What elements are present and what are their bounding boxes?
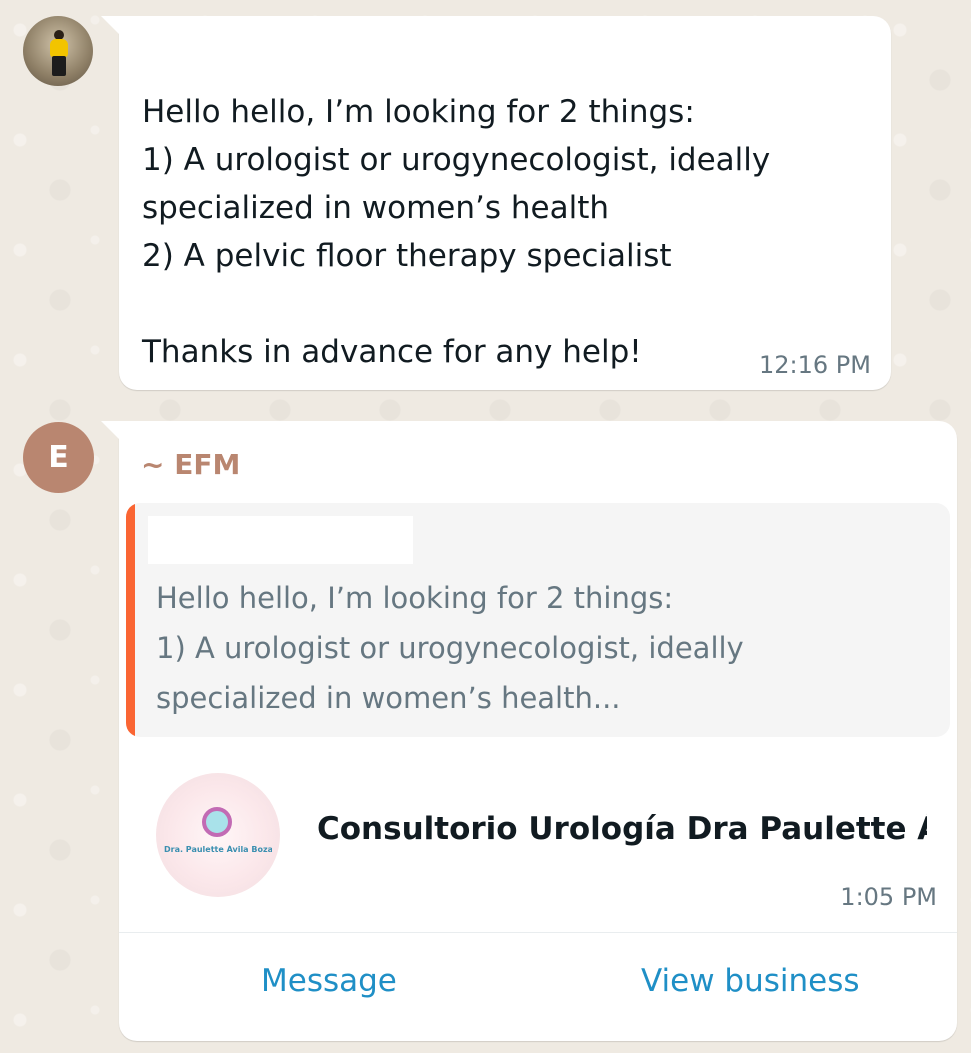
sender-name[interactable]: ~ EFM (141, 448, 240, 481)
avatar-figure-body (50, 39, 68, 57)
bubble-tail (101, 16, 119, 34)
reply-message-bubble[interactable]: ~ EFM Hello hello, I’m looking for 2 thi… (101, 421, 957, 1041)
bubble-tail (101, 421, 119, 439)
business-name[interactable]: Consultorio Urología Dra Paulette Á... (317, 811, 927, 847)
message-timestamp: 1:05 PM (840, 883, 937, 911)
incoming-message-bubble[interactable]: Hello hello, I’m looking for 2 things: 1… (101, 16, 891, 390)
business-logo-text: Dra. Paulette Ávila Boza (164, 845, 272, 854)
message-timestamp: 12:16 PM (759, 351, 871, 379)
business-logo[interactable]: Dra. Paulette Ávila Boza (156, 773, 280, 897)
sender-avatar-initial[interactable]: E (23, 422, 94, 493)
quoted-text: Hello hello, I’m looking for 2 things: 1… (156, 581, 744, 715)
avatar-figure-legs (52, 56, 66, 76)
view-business-button[interactable]: View business (641, 963, 860, 999)
quoted-message[interactable]: Hello hello, I’m looking for 2 things: 1… (126, 503, 950, 737)
card-divider (119, 932, 957, 933)
message-business-button[interactable]: Message (261, 963, 397, 999)
message-text: Hello hello, I’m looking for 2 things: 1… (142, 94, 771, 370)
quote-author-redacted (148, 516, 413, 564)
kidney-logo-icon (202, 807, 232, 837)
quote-accent-bar (126, 503, 135, 737)
sender-avatar-photo[interactable] (23, 16, 93, 86)
